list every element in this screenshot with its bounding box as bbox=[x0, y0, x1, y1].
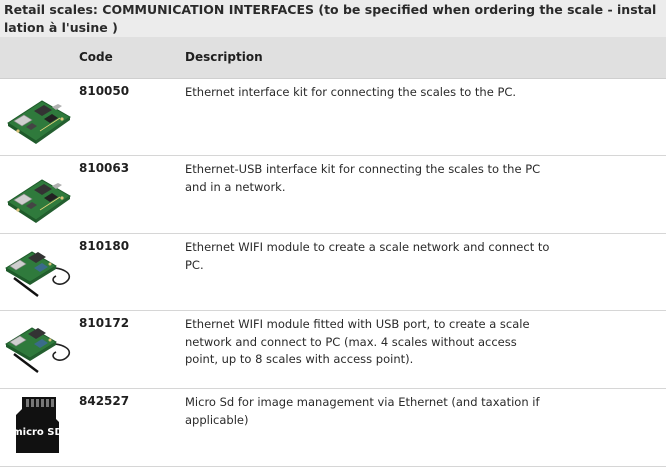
row-description: Ethernet WIFI module fitted with USB por… bbox=[185, 317, 530, 366]
row-code: 810050 bbox=[79, 84, 130, 98]
row-description: Ethernet-USB interface kit for connectin… bbox=[185, 162, 541, 194]
header-code: Code bbox=[79, 50, 113, 64]
row-code: 842527 bbox=[79, 394, 130, 408]
row-code: 810180 bbox=[79, 239, 130, 253]
row-code: 810063 bbox=[79, 161, 130, 175]
table-header: Code Description bbox=[0, 37, 666, 79]
row-description: Ethernet WIFI module to create a scale n… bbox=[185, 240, 550, 272]
communication-interfaces-page: Retail scales: COMMUNICATION INTERFACES … bbox=[0, 0, 666, 467]
row-code: 810172 bbox=[79, 316, 130, 330]
table-row: 810180 Ethernet WIFI module to create a … bbox=[0, 234, 666, 311]
ethernet-board-image bbox=[4, 166, 74, 228]
wifi-module-image bbox=[4, 240, 74, 302]
header-description: Description bbox=[185, 50, 263, 64]
row-description: Ethernet interface kit for connecting th… bbox=[185, 85, 517, 99]
table-row: 810050 Ethernet interface kit for connec… bbox=[0, 79, 666, 156]
table-row: 810172 Ethernet WIFI module fitted with … bbox=[0, 311, 666, 389]
micro-sd-card-image: micro SD bbox=[4, 393, 74, 455]
table-caption: Retail scales: COMMUNICATION INTERFACES … bbox=[0, 0, 666, 37]
wifi-module-image bbox=[4, 316, 74, 378]
table-row: 810063 Ethernet-USB interface kit for co… bbox=[0, 156, 666, 234]
ethernet-board-image bbox=[4, 87, 74, 149]
micro-sd-logo-text: micro SD bbox=[12, 427, 63, 438]
row-description: Micro Sd for image management via Ethern… bbox=[185, 395, 540, 427]
table-row: micro SD 842527 Micro Sd for image manag… bbox=[0, 389, 666, 467]
